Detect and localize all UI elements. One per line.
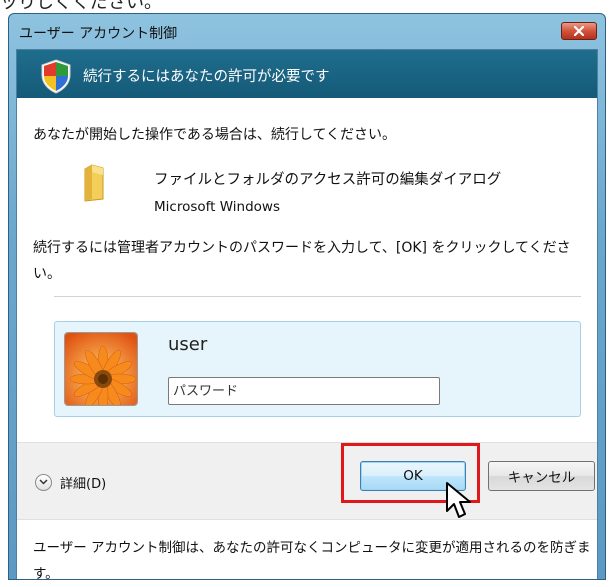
instruction-text: 続行するには管理者アカウントのパスワードを入力して、[OK] をクリックしてくだ… [33,240,571,282]
cropped-previous-text: ッりしくください。 [0,0,162,13]
dialog-content: 続行するにはあなたの許可が必要です あなたが開始した操作である場合は、続行してく… [16,49,598,582]
close-button[interactable] [561,22,597,40]
credential-panel: user [54,321,581,417]
user-avatar [64,332,138,406]
program-name: ファイルとフォルダのアクセス許可の編集ダイアログ [154,172,502,188]
title-bar[interactable]: ユーザー アカウント制御 [9,14,605,52]
header-banner: 続行するにはあなたの許可が必要です [17,50,597,98]
publisher: Microsoft Windows [154,199,280,215]
chevron-down-icon [35,473,52,491]
divider [54,296,581,297]
shield-icon [41,59,71,94]
info-text: あなたが開始した操作である場合は、続行してください。 [33,127,397,143]
close-icon [573,26,585,36]
banner-text: 続行するにはあなたの許可が必要です [83,69,330,85]
username: user [168,334,208,355]
flower-picture [65,333,137,405]
details-toggle[interactable]: 詳細(D) [35,471,106,493]
footer-text: ユーザー アカウント制御は、あなたの許可なくコンピュータに変更が適用されるのを防… [33,540,591,582]
folder-icon [84,164,104,202]
password-input[interactable] [168,377,440,405]
button-bar: 詳細(D) OK キャンセル [17,442,597,520]
cancel-button[interactable]: キャンセル [488,461,595,491]
cursor-icon [446,482,471,518]
window-title: ユーザー アカウント制御 [19,26,178,42]
uac-dialog: ユーザー アカウント制御 続行するにはあなたの許可が必要です あなたが開始した操… [8,13,606,582]
details-label: 詳細(D) [60,476,107,492]
